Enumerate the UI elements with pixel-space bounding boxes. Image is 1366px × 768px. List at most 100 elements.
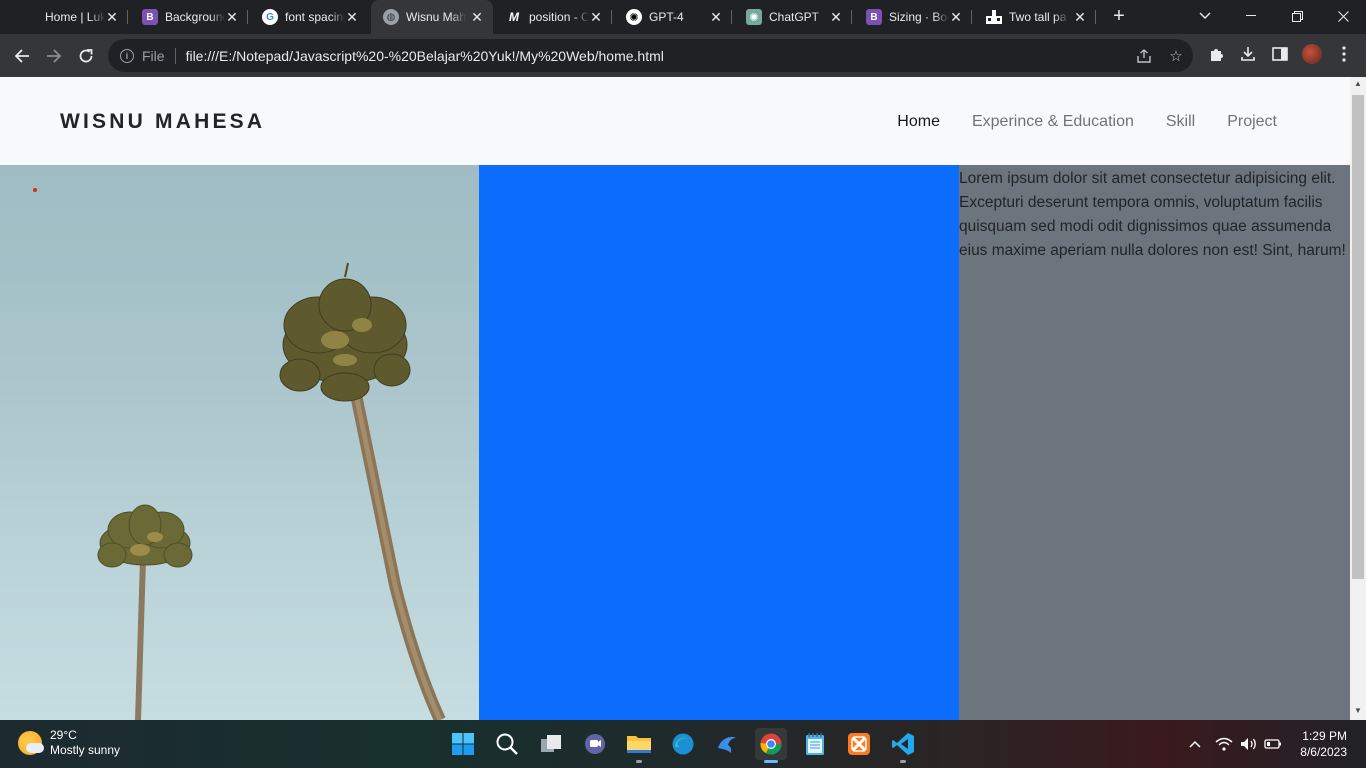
tab-position[interactable]: M position - C ✕: [494, 0, 612, 34]
tab-font-spacing[interactable]: G font spacing ✕: [250, 0, 368, 34]
scroll-up-arrow-icon[interactable]: ▲: [1350, 79, 1366, 91]
notepad-icon: [806, 733, 824, 755]
close-window-button[interactable]: [1320, 0, 1366, 32]
info-icon[interactable]: i: [120, 48, 134, 63]
restore-icon: [1291, 10, 1303, 22]
download-icon[interactable]: [1238, 44, 1258, 64]
search-icon: [496, 733, 518, 755]
palm-trees-illustration: [97, 262, 446, 720]
tab-title: position - C: [529, 10, 589, 24]
minimize-button[interactable]: [1228, 0, 1274, 32]
close-icon[interactable]: ✕: [828, 9, 844, 25]
forward-button[interactable]: [40, 42, 68, 70]
pixel-icon: [986, 9, 1002, 25]
tab-strip: Home | Luk ✕ B Background ✕ G font spaci…: [0, 0, 1366, 34]
chevron-down-icon: [1199, 12, 1211, 19]
xampp-icon: [848, 733, 870, 755]
profile-avatar[interactable]: [1302, 44, 1322, 64]
extensions-icon[interactable]: [1206, 44, 1226, 64]
page-viewport: WISNU MAHESA Home Experince & Education …: [0, 77, 1350, 720]
tab-separator: [1095, 10, 1096, 24]
page-scrollbar[interactable]: ▲ ▼: [1350, 77, 1366, 720]
folder-icon: [627, 736, 651, 753]
task-view-button[interactable]: [535, 728, 567, 760]
tab-gpt4[interactable]: ✺ GPT-4 ✕: [614, 0, 732, 34]
tab-separator: [611, 10, 612, 24]
tab-background[interactable]: B Background ✕: [130, 0, 248, 34]
nav-link-project[interactable]: Project: [1227, 113, 1277, 131]
battery-icon[interactable]: [1264, 734, 1282, 754]
tab-wisnu-mahesa[interactable]: ◍ Wisnu Mahesa ✕: [371, 0, 493, 34]
tab-separator: [851, 10, 852, 24]
start-button[interactable]: [447, 728, 479, 760]
menu-kebab-icon[interactable]: [1334, 44, 1354, 64]
tab-chatgpt[interactable]: ✺ ChatGPT ✕: [734, 0, 852, 34]
search-button[interactable]: [491, 728, 523, 760]
globe-icon: ◍: [383, 9, 399, 25]
vscode-button[interactable]: [887, 728, 919, 763]
nav-link-skill[interactable]: Skill: [1166, 113, 1195, 131]
tab-separator: [127, 10, 128, 24]
medium-icon: M: [509, 10, 519, 24]
volume-icon[interactable]: [1240, 734, 1258, 754]
close-icon[interactable]: ✕: [708, 9, 724, 25]
tab-separator: [247, 10, 248, 24]
new-tab-button[interactable]: +: [1108, 5, 1130, 27]
share-icon[interactable]: [1135, 47, 1153, 65]
notepad-button[interactable]: [799, 728, 831, 760]
edge-icon: [672, 733, 694, 755]
scroll-thumb[interactable]: [1352, 95, 1364, 579]
close-icon[interactable]: ✕: [948, 9, 964, 25]
close-icon[interactable]: ✕: [1072, 9, 1088, 25]
bootstrap-icon: B: [866, 9, 882, 25]
close-icon[interactable]: ✕: [224, 9, 240, 25]
tab-search-button[interactable]: [1182, 0, 1228, 32]
secondary-column: Lorem ipsum dolor sit amet consectetur a…: [959, 165, 1350, 720]
tab-two-tall[interactable]: Two tall pa ✕: [974, 0, 1096, 34]
wifi-icon[interactable]: [1215, 734, 1233, 754]
bootstrap-icon: B: [142, 9, 158, 25]
address-bar[interactable]: i File file:///E:/Notepad/Javascript%20-…: [108, 39, 1193, 72]
openai-icon: ✺: [626, 9, 642, 25]
tab-title: GPT-4: [649, 10, 684, 24]
restore-button[interactable]: [1274, 0, 1320, 32]
windows-taskbar: 29°C Mostly sunny 1:29 PM 8/6/2023: [0, 720, 1366, 768]
star-icon[interactable]: ☆: [1167, 47, 1185, 65]
side-panel-icon[interactable]: [1270, 44, 1290, 64]
nav-link-home[interactable]: Home: [897, 113, 940, 131]
tab-title: Background: [165, 10, 225, 24]
arrow-right-icon: [47, 49, 62, 63]
nav-link-experience-education[interactable]: Experince & Education: [972, 113, 1134, 131]
minimize-icon: [1246, 15, 1256, 16]
tray-overflow-chevron-icon[interactable]: [1188, 734, 1202, 754]
clock-time: 1:29 PM: [1302, 729, 1347, 743]
chrome-button[interactable]: [755, 728, 787, 763]
task-view-icon: [541, 735, 561, 752]
nav-links: Home Experince & Education Skill Project: [897, 113, 1277, 131]
site-brand[interactable]: WISNU MAHESA: [60, 110, 265, 134]
close-icon[interactable]: ✕: [344, 9, 360, 25]
generic-icon: [22, 9, 38, 25]
xampp-button[interactable]: [843, 728, 875, 760]
system-clock[interactable]: 1:29 PM 8/6/2023: [1300, 728, 1347, 760]
close-icon[interactable]: ✕: [104, 9, 120, 25]
weather-widget[interactable]: 29°C Mostly sunny: [18, 728, 120, 758]
dolphin-app-button[interactable]: [711, 728, 743, 760]
tab-home-luk[interactable]: Home | Luk ✕: [10, 0, 128, 34]
close-icon[interactable]: ✕: [469, 9, 485, 25]
divider: [174, 47, 176, 64]
url-text[interactable]: file:///E:/Notepad/Javascript%20-%20Bela…: [186, 48, 664, 64]
running-indicator: [636, 760, 642, 763]
close-icon[interactable]: ✕: [588, 9, 604, 25]
running-indicator: [764, 760, 778, 763]
clock-date: 8/6/2023: [1300, 745, 1347, 759]
scroll-down-arrow-icon[interactable]: ▼: [1350, 706, 1366, 718]
tab-sizing[interactable]: B Sizing · Boo ✕: [854, 0, 972, 34]
tab-title: Two tall pa: [1009, 10, 1067, 24]
weather-temp: 29°C: [50, 728, 77, 742]
edge-button[interactable]: [667, 728, 699, 760]
back-button[interactable]: [8, 42, 36, 70]
reload-button[interactable]: [72, 42, 100, 70]
file-explorer-button[interactable]: [623, 728, 655, 763]
teams-chat-button[interactable]: [579, 728, 611, 760]
